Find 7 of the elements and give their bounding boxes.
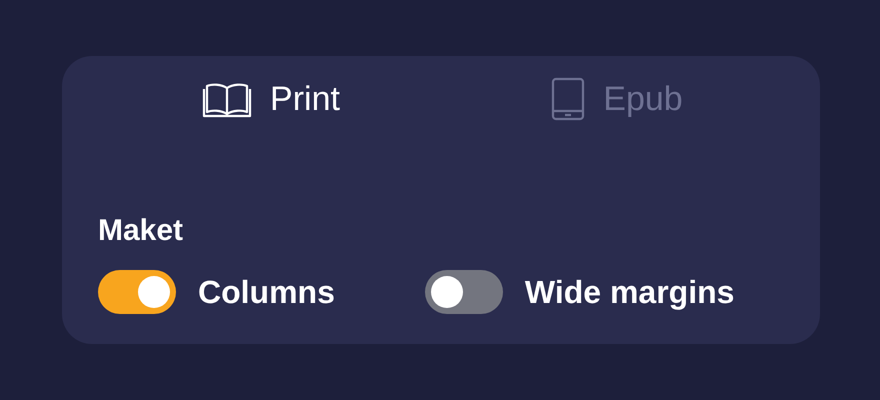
section-title: Maket [98,214,184,248]
tablet-icon [551,77,586,121]
toggle-switch[interactable] [98,270,176,314]
toggle-switch[interactable] [424,270,503,314]
toggle-label: Columns [198,274,335,310]
toggle-label: Wide margins [524,274,734,310]
tab[interactable]: Print [98,76,444,122]
